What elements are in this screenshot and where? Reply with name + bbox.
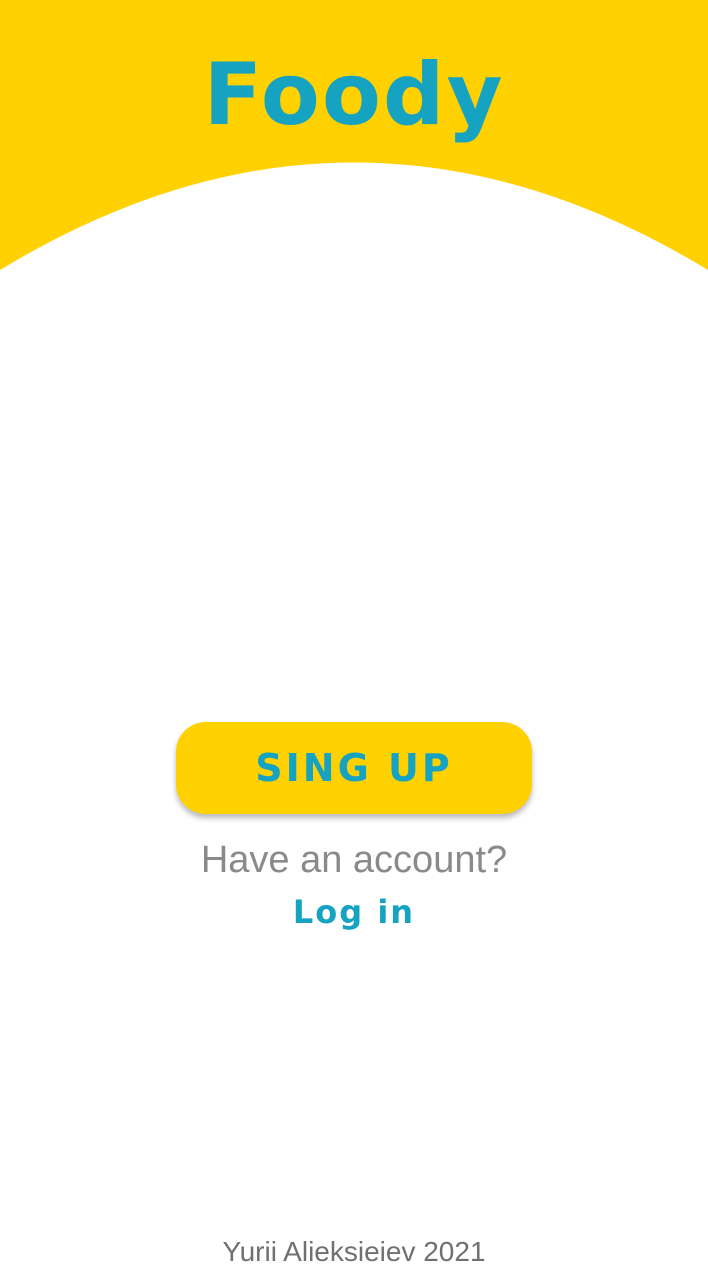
footer-credit: Yurii Alieksieiev 2021 xyxy=(222,1236,486,1267)
signup-button[interactable]: SING UP xyxy=(176,722,532,814)
app-title: Foody xyxy=(203,45,505,145)
account-prompt: Have an account? xyxy=(200,839,508,881)
login-link[interactable]: Log in xyxy=(254,888,454,936)
